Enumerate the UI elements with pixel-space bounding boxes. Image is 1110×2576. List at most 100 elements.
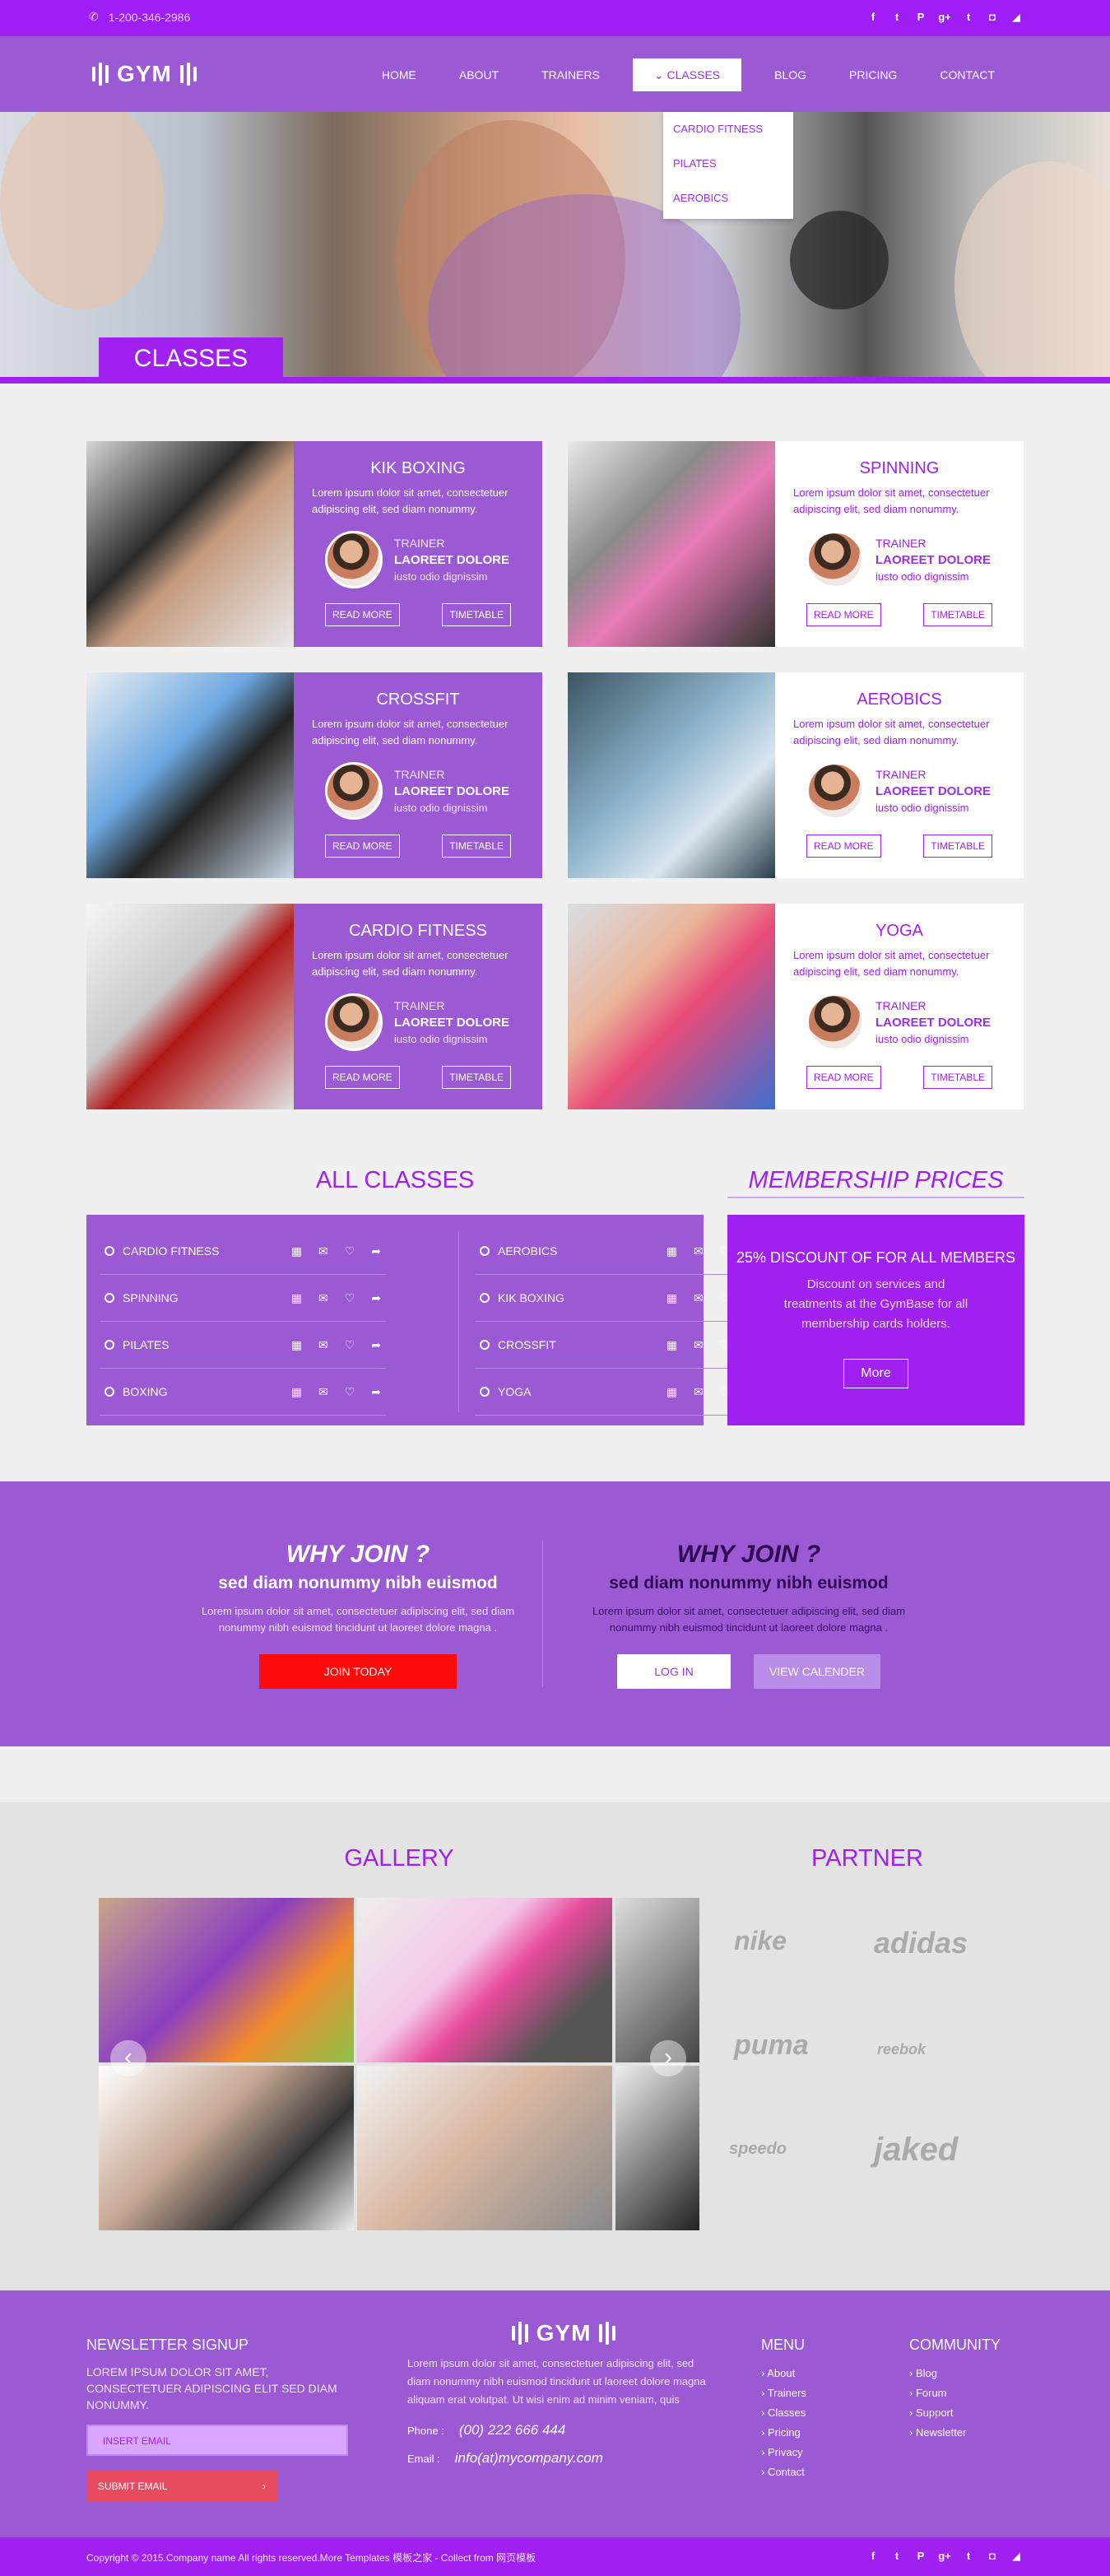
mail-icon[interactable]: ✉ [318, 1291, 328, 1305]
footer-link[interactable]: › Trainers [761, 2383, 885, 2403]
read-more-button[interactable]: READ MORE [806, 603, 881, 626]
timetable-button[interactable]: TIMETABLE [442, 835, 511, 858]
class-link[interactable]: AEROBICS [480, 1244, 557, 1258]
mail-icon[interactable]: ✉ [694, 1244, 704, 1258]
mail-icon[interactable]: ✉ [694, 1338, 704, 1352]
mail-icon[interactable]: ✉ [318, 1338, 328, 1352]
rss-icon[interactable]: ◢ [1010, 11, 1023, 24]
nav-item-contact[interactable]: CONTACT [918, 58, 1016, 91]
gallery-photo[interactable] [99, 2066, 354, 2230]
partner-logo-puma[interactable]: puma [734, 2030, 809, 2062]
class-link[interactable]: PILATES [104, 1338, 170, 1351]
nav-item-about[interactable]: ABOUT [438, 58, 520, 91]
nav-item-classes[interactable]: ⌄ CLASSES [632, 58, 742, 91]
heart-icon[interactable]: ♡ [345, 1385, 355, 1399]
footer-link[interactable]: › Blog [909, 2364, 1033, 2383]
timetable-button[interactable]: TIMETABLE [923, 1066, 992, 1089]
partner-logo-jaked[interactable]: jaked [874, 2132, 958, 2169]
heart-icon[interactable]: ♡ [345, 1338, 355, 1352]
submit-email-button[interactable]: SUBMIT EMAIL › [86, 2471, 277, 2502]
timetable-button[interactable]: TIMETABLE [923, 835, 992, 858]
class-link[interactable]: CARDIO FITNESS [104, 1244, 219, 1258]
nav-item-pricing[interactable]: PRICING [828, 58, 918, 91]
footer-link[interactable]: › Privacy [761, 2443, 885, 2462]
partner-logo-adidas[interactable]: adidas [874, 1926, 968, 1960]
read-more-button[interactable]: READ MORE [325, 603, 400, 626]
email-value[interactable]: info(at)mycompany.com [455, 2450, 603, 2467]
timetable-button[interactable]: TIMETABLE [442, 603, 511, 626]
mail-icon[interactable]: ✉ [318, 1385, 328, 1399]
login-button[interactable]: LOG IN [617, 1654, 731, 1689]
partner-logo-nike[interactable]: nike [734, 1926, 787, 1956]
calendar-icon[interactable]: ▦ [666, 1385, 677, 1399]
nav-item-home[interactable]: HOME [360, 58, 438, 91]
mail-icon[interactable]: ✉ [318, 1244, 328, 1258]
share-icon[interactable]: ➦ [371, 1338, 381, 1352]
gallery-photo[interactable] [357, 2066, 612, 2230]
membership-more-button[interactable]: More [843, 1359, 908, 1388]
rss-icon[interactable]: ◢ [1010, 2550, 1023, 2563]
pinterest-icon[interactable]: P [914, 2550, 927, 2563]
share-icon[interactable]: ➦ [371, 1244, 381, 1258]
mail-icon[interactable]: ✉ [694, 1291, 704, 1305]
view-calendar-button[interactable]: VIEW CALENDER [754, 1654, 880, 1689]
tumblr-icon[interactable]: t [962, 2550, 975, 2563]
footer-link[interactable]: › Classes [761, 2403, 885, 2423]
twitter-icon[interactable]: t [890, 2550, 903, 2563]
calendar-icon[interactable]: ▦ [666, 1291, 677, 1305]
read-more-button[interactable]: READ MORE [325, 1066, 400, 1089]
partner-logo-speedo[interactable]: speedo [729, 2140, 787, 2159]
footer-link[interactable]: › Contact [761, 2462, 885, 2482]
heart-icon[interactable]: ♡ [345, 1291, 355, 1305]
calendar-icon[interactable]: ▦ [291, 1338, 302, 1352]
mail-icon[interactable]: ✉ [694, 1385, 704, 1399]
partner-logo-reebok[interactable]: reebok [877, 2041, 926, 2058]
join-today-button[interactable]: JOIN TODAY [259, 1654, 457, 1689]
facebook-icon[interactable]: f [866, 11, 880, 24]
gallery-photo[interactable] [615, 2066, 699, 2230]
footer-link[interactable]: › Support [909, 2403, 1033, 2423]
footer-link[interactable]: › Forum [909, 2383, 1033, 2403]
facebook-icon[interactable]: f [866, 2550, 880, 2563]
calendar-icon[interactable]: ▦ [291, 1244, 302, 1258]
dropdown-item[interactable]: AEROBICS [663, 181, 793, 216]
dropdown-item[interactable]: PILATES [663, 146, 793, 181]
calendar-icon[interactable]: ▦ [291, 1291, 302, 1305]
class-link[interactable]: YOGA [480, 1385, 531, 1398]
class-link[interactable]: BOXING [104, 1385, 167, 1398]
footer-logo[interactable]: GYM [407, 2320, 720, 2346]
nav-item-blog[interactable]: BLOG [753, 58, 828, 91]
share-icon[interactable]: ➦ [371, 1385, 381, 1399]
gallery-photo[interactable] [357, 1898, 612, 2062]
dropdown-item[interactable]: CARDIO FITNESS [663, 112, 793, 146]
class-link[interactable]: SPINNING [104, 1291, 179, 1304]
calendar-icon[interactable]: ▦ [666, 1244, 677, 1258]
email-input[interactable]: INSERT EMAIL [86, 2425, 348, 2456]
gallery-prev-arrow[interactable]: ‹ [110, 2040, 146, 2076]
google-plus-icon[interactable]: g+ [938, 11, 951, 24]
twitter-icon[interactable]: t [890, 11, 903, 24]
tumblr-icon[interactable]: t [962, 11, 975, 24]
footer-link[interactable]: › About [761, 2364, 885, 2383]
read-more-button[interactable]: READ MORE [325, 835, 400, 858]
instagram-icon[interactable]: ◘ [986, 2550, 999, 2563]
pinterest-icon[interactable]: P [914, 11, 927, 24]
gallery-photo[interactable] [99, 1898, 354, 2062]
calendar-icon[interactable]: ▦ [666, 1338, 677, 1352]
footer-link[interactable]: › Newsletter [909, 2423, 1033, 2443]
calendar-icon[interactable]: ▦ [291, 1385, 302, 1399]
nav-item-trainers[interactable]: TRAINERS [520, 58, 621, 91]
heart-icon[interactable]: ♡ [345, 1244, 355, 1258]
timetable-button[interactable]: TIMETABLE [442, 1066, 511, 1089]
read-more-button[interactable]: READ MORE [806, 1066, 881, 1089]
timetable-button[interactable]: TIMETABLE [923, 603, 992, 626]
instagram-icon[interactable]: ◘ [986, 11, 999, 24]
class-link[interactable]: KIK BOXING [480, 1291, 564, 1304]
read-more-button[interactable]: READ MORE [806, 835, 881, 858]
class-link[interactable]: CROSSFIT [480, 1338, 556, 1351]
footer-link[interactable]: › Pricing [761, 2423, 885, 2443]
google-plus-icon[interactable]: g+ [938, 2550, 951, 2563]
share-icon[interactable]: ➦ [371, 1291, 381, 1305]
gallery-next-arrow[interactable]: › [650, 2040, 686, 2076]
gallery-photo[interactable] [615, 1898, 699, 2062]
